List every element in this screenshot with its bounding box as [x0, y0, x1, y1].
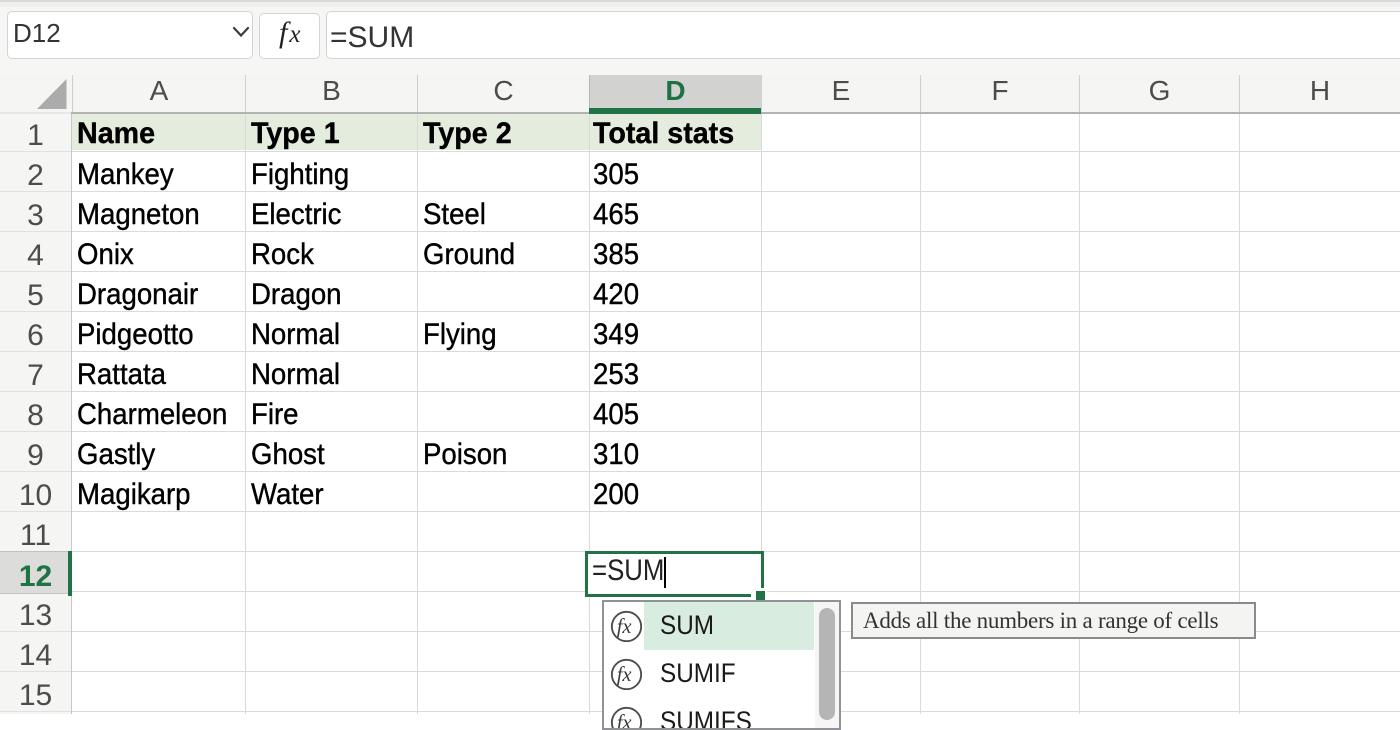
svg-text:fx: fx	[617, 664, 632, 686]
svg-text:fx: fx	[617, 616, 632, 638]
svg-text:fx: fx	[617, 712, 632, 730]
